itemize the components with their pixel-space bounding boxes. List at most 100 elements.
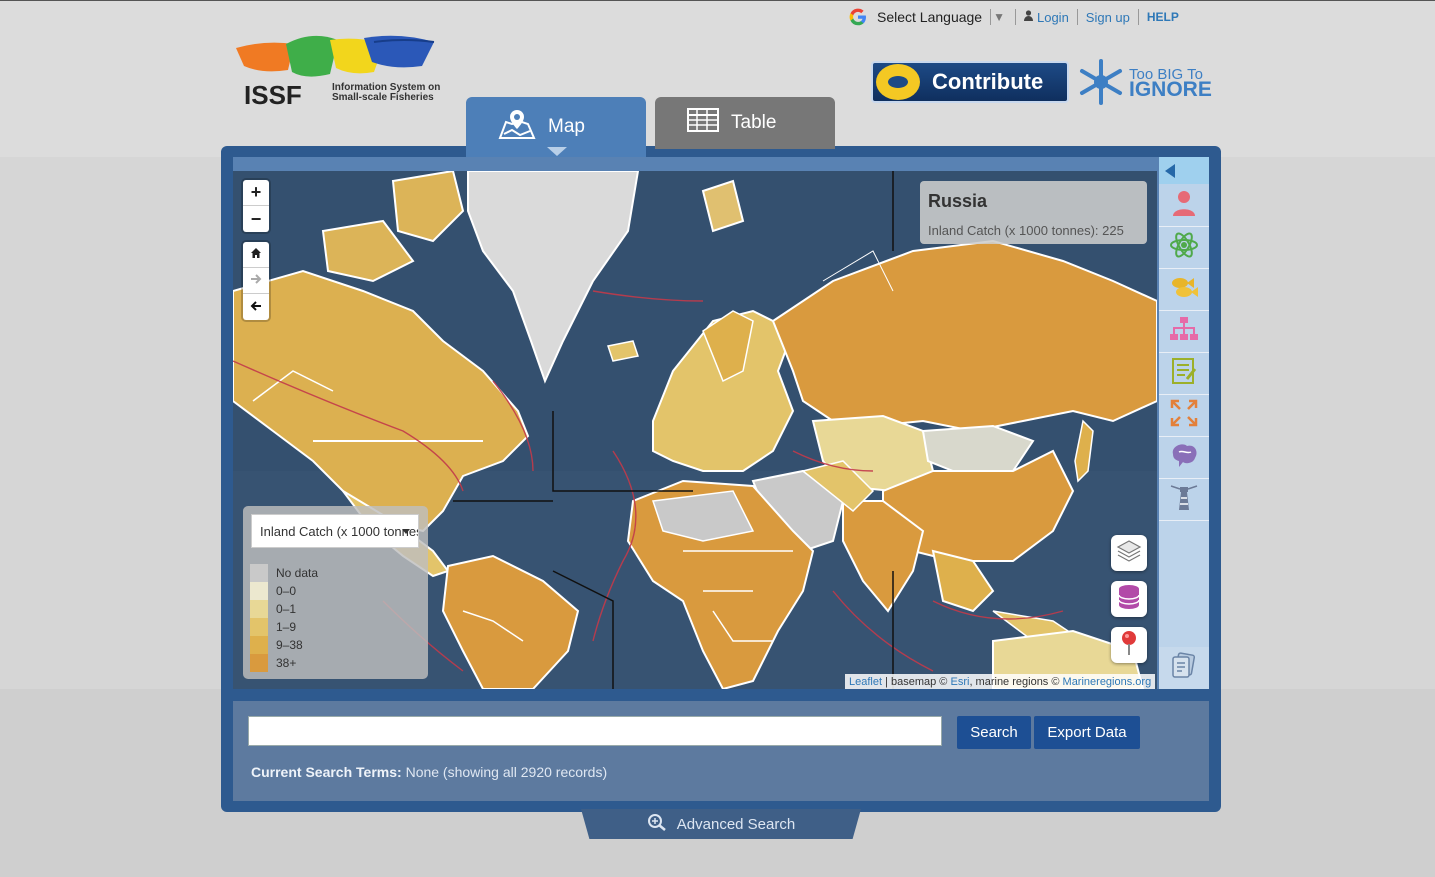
logo-subtitle: Information System on Small-scale Fisher… [332,83,440,103]
legend-label: 9–38 [276,638,303,652]
arrow-right-icon [250,273,262,288]
divider [990,9,992,25]
forward-button[interactable] [243,268,269,294]
legend-label: No data [276,566,319,580]
navigation-control [243,242,269,320]
boats-logo-icon [236,35,435,77]
current-search-terms: Current Search Terms: None (showing all … [251,764,607,780]
login-link[interactable]: Login [1037,10,1069,25]
sidebar-item-research[interactable] [1159,227,1209,269]
atom-icon [1169,230,1199,265]
sidebar-toggle[interactable] [1159,157,1209,184]
map-attribution: Leaflet | basemap © Esri , marine region… [845,674,1156,689]
top-bar: Select Language ▼ Login Sign up HELP [848,6,1179,28]
table-icon [687,108,719,138]
divider [1137,9,1139,25]
sidebar-item-people[interactable] [1159,185,1209,227]
fish-icon [1168,274,1200,305]
signup-link[interactable]: Sign up [1086,10,1130,25]
arrow-left-icon [250,300,262,315]
logo-subtitle-line2: Small-scale Fisheries [332,92,434,103]
divider [1076,9,1078,25]
legend-layer-selected: Inland Catch (x 1000 tonnes) [260,524,419,539]
zoom-control: + − [243,180,269,232]
legend-label: 0–1 [276,602,297,616]
legend-item: 38+ [250,654,296,672]
sidebar-item-case-studies[interactable] [1159,353,1209,395]
legend-layer-select[interactable]: Inland Catch (x 1000 tonnes) [251,514,419,548]
legend-item: 0–1 [250,600,296,618]
logo-wordmark: ISSF [244,80,302,110]
map-legend: Inland Catch (x 1000 tonnes) No data 0–0… [243,506,428,679]
back-button[interactable] [243,294,269,320]
divider [1014,9,1016,25]
marker-button[interactable] [1111,627,1147,663]
sidebar-item-knowledge[interactable] [1159,437,1209,479]
tab-table[interactable]: Table [655,97,835,149]
tab-map-label: Map [548,116,585,137]
legend-swatch [250,582,268,600]
caret-down-icon [402,529,410,534]
database-button[interactable] [1111,581,1147,617]
legend-item: 9–38 [250,636,303,654]
map-marker-icon [1120,630,1138,661]
basemap-text: | basemap © [882,675,951,688]
legend-swatch [250,636,268,654]
help-link[interactable]: HELP [1147,10,1179,24]
layer-sidebar [1159,157,1209,689]
legend-label: 0–0 [276,584,297,598]
org-chart-icon [1169,316,1199,347]
info-value: Inland Catch (x 1000 tonnes): 225 [928,223,1124,238]
brain-icon [1169,442,1199,473]
issf-logo[interactable]: ISSF Information System on Small-scale F… [234,30,444,110]
home-icon [250,247,262,262]
zoom-in-button[interactable]: + [243,180,269,206]
marine-text: , marine regions © [969,675,1063,688]
legend-swatch [250,600,268,618]
tbti-line2: IGNORE [1129,78,1212,101]
sidebar-item-expand[interactable] [1159,395,1209,437]
esri-link[interactable]: Esri [950,676,969,688]
leaflet-link[interactable]: Leaflet [849,676,882,688]
language-select[interactable]: Select Language [877,9,982,25]
contribute-label: Contribute [932,69,1044,94]
snowflake-icon [1080,59,1122,105]
legend-swatch [250,564,268,582]
documents-icon [1169,651,1199,685]
google-icon [848,7,868,27]
tab-map[interactable]: Map [466,97,646,157]
home-button[interactable] [243,242,269,268]
search-input[interactable] [248,716,942,746]
marineregions-link[interactable]: Marineregions.org [1063,676,1152,688]
sidebar-item-fisheries[interactable] [1159,269,1209,311]
sidebar-item-organizations[interactable] [1159,311,1209,353]
user-icon [1023,10,1033,24]
legend-item: 1–9 [250,618,296,636]
contribute-button[interactable]: Contribute [871,61,1069,103]
legend-swatch [250,618,268,636]
layers-button[interactable] [1111,535,1147,571]
legend-swatch [250,654,268,672]
terms-label: Current Search Terms: [251,764,402,780]
database-icon [1117,584,1141,615]
search-gear-icon [647,813,667,835]
advanced-search-label: Advanced Search [676,815,796,833]
legend-label: 1–9 [276,620,297,634]
advanced-search-button[interactable]: Advanced Search [581,809,861,839]
sidebar-item-documents[interactable] [1159,647,1209,689]
triangle-left-icon [1165,163,1175,178]
tbti-logo[interactable]: Too BIG To IGNORE [1077,58,1217,108]
notes-icon [1171,357,1197,390]
terms-value: None (showing all 2920 records) [405,764,608,780]
sidebar-item-guidelines[interactable] [1159,479,1209,521]
legend-item: 0–0 [250,582,296,600]
legend-label: 38+ [276,656,297,670]
fish-badge-icon [876,64,920,100]
chevron-down-icon[interactable]: ▼ [993,10,1005,24]
map-pin-icon [498,108,536,146]
info-country-name: Russia [928,191,988,211]
export-data-button[interactable]: Export Data [1034,716,1140,749]
zoom-out-button[interactable]: − [243,206,269,232]
search-button[interactable]: Search [957,716,1031,749]
person-icon [1171,189,1197,222]
